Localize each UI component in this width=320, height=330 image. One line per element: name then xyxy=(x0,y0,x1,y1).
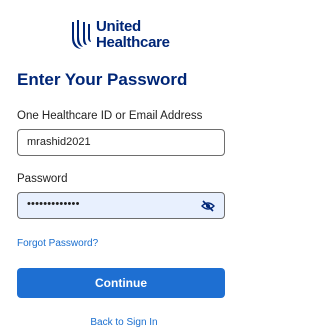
eye-slash-icon[interactable] xyxy=(201,200,215,212)
brand-logo: United Healthcare xyxy=(70,16,180,54)
brand-wordmark: United Healthcare xyxy=(96,19,170,51)
brand-line-1: United xyxy=(96,18,141,35)
username-value: mrashid2021 xyxy=(27,136,91,148)
back-to-sign-in-link[interactable]: Back to Sign In xyxy=(0,317,248,328)
continue-button[interactable]: Continue xyxy=(17,268,225,298)
page-title: Enter Your Password xyxy=(17,70,188,89)
password-masked-value: ••••••••••••• xyxy=(27,198,80,210)
brand-line-2: Healthcare xyxy=(96,34,170,51)
password-label: Password xyxy=(17,173,68,185)
uhc-logo-icon xyxy=(72,20,91,49)
password-input[interactable]: ••••••••••••• xyxy=(17,192,225,219)
forgot-password-link[interactable]: Forgot Password? xyxy=(17,238,98,249)
username-input[interactable]: mrashid2021 xyxy=(17,129,225,156)
username-label: One Healthcare ID or Email Address xyxy=(17,110,203,122)
